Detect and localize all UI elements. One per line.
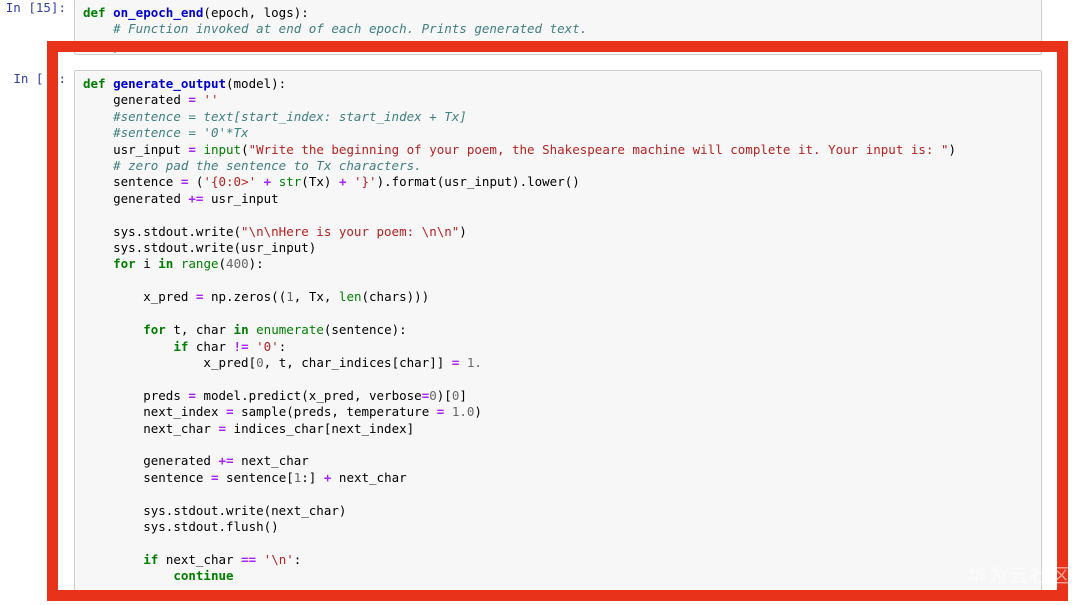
code-line: sentence = ('{0:0>' + str(Tx) + '}').for… [113,174,580,190]
watermark-text: 华为云社区 [966,565,1072,587]
code-line: usr_input = input("Write the beginning o… [113,141,957,157]
code-line: #sentence = text[start_index: start_inde… [113,108,467,124]
code-line: def on_epoch_end(epoch, logs): [83,5,309,20]
code-line: preds = model.predict(x_pred, verbose=0)… [143,387,467,403]
code-line: generated += next_char [143,453,309,469]
code-editor-area[interactable]: def on_epoch_end(epoch, logs): # Functio… [74,0,1042,55]
code-line: if char != '0': [173,338,287,354]
notebook-canvas: In [15]: def on_epoch_end(epoch, logs): … [0,0,1080,605]
code-line: sys.stdout.write(usr_input) [113,240,317,256]
code-line: generated += usr_input [113,190,279,206]
cell-prompt-label: In [15]: [5,0,66,15]
notebook-cell-generate-output[interactable]: In [ ]: def generate_output(model): gene… [0,70,1042,598]
notebook-cell-on-epoch-end[interactable]: In [15]: def on_epoch_end(epoch, logs): … [0,0,1042,55]
code-line: # Function invoked at end of each epoch.… [113,21,588,37]
code-line: continue [173,568,234,584]
code-line: # zero pad the sentence to Tx characters… [113,158,422,174]
code-line: for t, char in enumerate(sentence): [143,322,407,338]
cell-prompt-label: In [ ]: [13,71,66,86]
code-line: if next_char == '\n': [143,551,302,567]
code-line: def generate_output(model): [83,76,287,91]
code-line: generated = '' [113,92,219,108]
code-line: sys.stdout.flush() [143,518,279,534]
code-line: x_pred[0, t, char_indices[char]] = 1. [203,354,482,370]
code-line: next_index = sample(preds, temperature =… [143,404,482,420]
code-line: sys.stdout.write("\n\nHere is your poem:… [113,223,467,239]
code-line: #sentence = '0'*Tx [113,125,249,141]
code-line: x_pred = np.zeros((1, Tx, len(chars))) [143,289,430,305]
code-line: sys.stdout.write(next_char) [143,502,347,518]
code-line: pass [113,37,144,53]
code-line: sentence = sentence[1:] + next_char [143,469,407,485]
code-editor-area[interactable]: def generate_output(model): generated = … [74,70,1042,598]
code-line: next_char = indices_char[next_index] [143,420,415,436]
code-line: for i in range(400): [113,256,264,272]
